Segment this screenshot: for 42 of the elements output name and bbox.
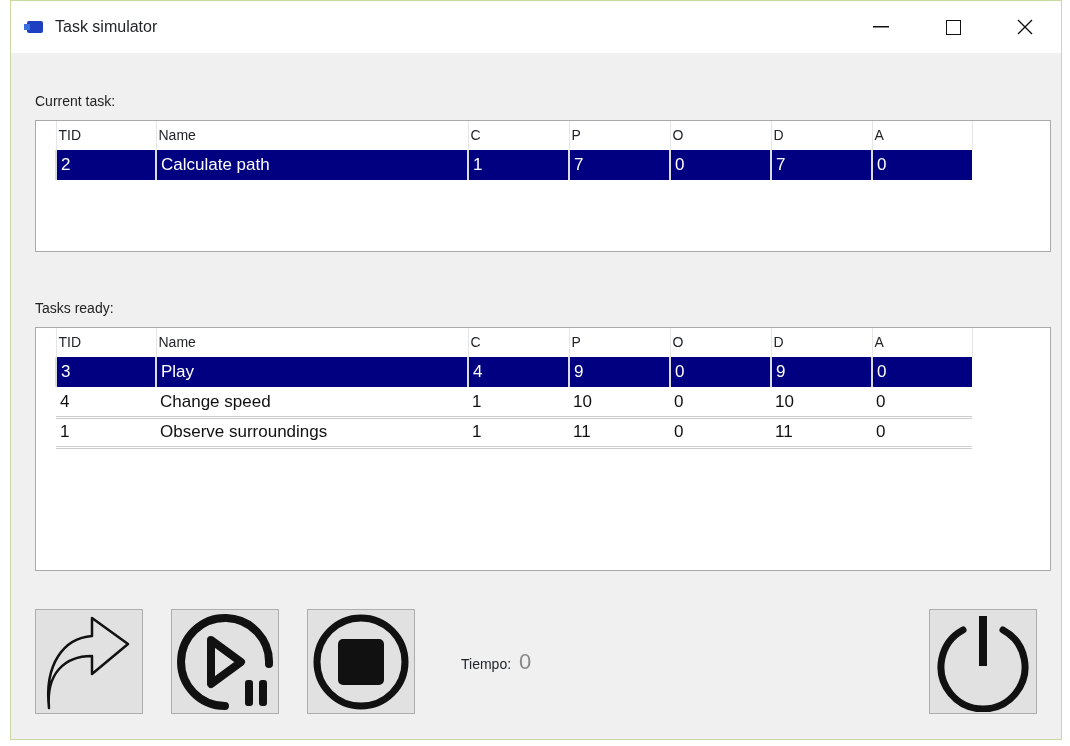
table-cell: 4 xyxy=(468,357,569,387)
section-label: Current task: xyxy=(35,92,116,111)
table-cell: 11 xyxy=(771,417,872,447)
stop-button[interactable] xyxy=(307,609,415,714)
table-cell: 11 xyxy=(569,417,670,447)
table-cell: 2 xyxy=(56,150,156,180)
table-cell: 0 xyxy=(670,417,771,447)
table-cell: Change speed xyxy=(156,387,468,417)
time-value: 0 xyxy=(519,648,532,676)
play-pause-button[interactable] xyxy=(171,609,279,714)
table-cell: Calculate path xyxy=(156,150,468,180)
play-pause-icon xyxy=(175,611,275,712)
table-cell: 0 xyxy=(670,387,771,417)
table-cell: 0 xyxy=(872,417,972,447)
table-cell: Play xyxy=(156,357,468,387)
table-cell: 1 xyxy=(56,417,156,447)
table-cell: 3 xyxy=(56,357,156,387)
table-cell: 10 xyxy=(771,387,872,417)
time-label: Tiempo: xyxy=(461,655,512,674)
table-cell: 0 xyxy=(872,150,972,180)
table-cell: 1 xyxy=(468,387,569,417)
table-cell: 0 xyxy=(872,357,972,387)
table-cell: 1 xyxy=(468,150,569,180)
window-title: Task simulator xyxy=(55,17,158,37)
table-cell: 1 xyxy=(468,417,569,447)
table-cell: 9 xyxy=(771,357,872,387)
minimize-icon xyxy=(873,26,889,28)
table-cell: 0 xyxy=(670,357,771,387)
table-cell: 0 xyxy=(872,387,972,417)
section-label: Tasks ready: xyxy=(35,299,114,318)
next-button[interactable] xyxy=(35,609,143,714)
table-cell: 7 xyxy=(569,150,670,180)
table-cell: 7 xyxy=(771,150,872,180)
table-cell: 4 xyxy=(56,387,156,417)
table-cell: 0 xyxy=(670,150,771,180)
close-icon xyxy=(1017,19,1033,35)
maximize-icon xyxy=(945,19,961,35)
table-cell: Observe surroundings xyxy=(156,417,468,447)
table-cell: 10 xyxy=(569,387,670,417)
table-cell: 9 xyxy=(569,357,670,387)
power-button[interactable] xyxy=(929,609,1037,714)
app-icon xyxy=(23,19,45,35)
